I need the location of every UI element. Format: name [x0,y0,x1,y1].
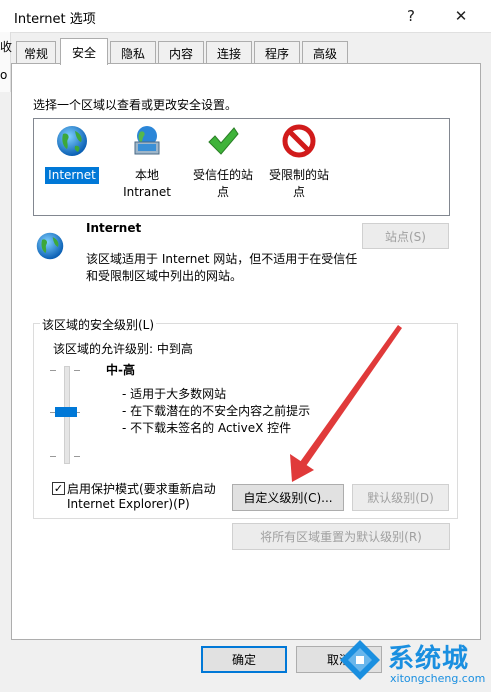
checkmark-icon [208,127,239,155]
globe-icon [57,126,87,156]
watermark-url: xitongcheng.com [390,672,486,685]
reset-all-zones-button[interactable]: 将所有区域重置为默认级别(R) [232,523,450,550]
protected-mode-label-1: 启用保护模式(要求重新启动 [67,482,216,496]
close-icon: ✕ [454,7,468,25]
zone-restricted-sites[interactable]: 受限制的站 点 [259,119,339,201]
watermark-brand: 系统城 [388,644,470,674]
restricted-icon [282,124,316,158]
level-bullet: - 不下载未签名的 ActiveX 控件 [122,421,292,435]
tab-programs[interactable]: 程序 [254,41,300,64]
security-slider-thumb[interactable] [55,407,77,417]
sites-button[interactable]: 站点(S) [362,223,449,249]
title-bar: Internet 选项 ? ✕ [0,0,491,33]
zone-list: Internet 本地 Intranet 受信任的站 点 受限制的站 点 [33,118,450,216]
zone-trusted-sites[interactable]: 受信任的站 点 [183,119,263,201]
tab-general[interactable]: 常规 [16,41,56,64]
tab-privacy[interactable]: 隐私 [110,41,156,64]
current-level-label: 中-高 [106,363,135,377]
zone-label: Internet [45,167,99,184]
watermark-logo-icon [340,640,380,680]
tab-connections[interactable]: 连接 [206,41,252,64]
ok-button[interactable]: 确定 [201,646,287,673]
tab-content[interactable]: 内容 [158,41,204,64]
zone-info-desc-2: 和受限制区域中列出的网站。 [86,269,243,283]
zone-local-intranet[interactable]: 本地 Intranet [107,119,187,201]
level-bullet: - 在下载潜在的不安全内容之前提示 [122,404,311,418]
tab-security[interactable]: 安全 [60,38,108,65]
zone-instruction: 选择一个区域以查看或更改安全设置。 [33,98,238,112]
window-title: Internet 选项 [14,12,96,27]
zone-info-title: Internet [86,221,142,235]
help-icon: ? [407,7,415,25]
background-window-fragment: 收 o [0,32,12,92]
level-bullet: - 适用于大多数网站 [122,387,227,401]
security-level-group-title: 该区域的安全级别(L) [40,316,157,333]
tab-advanced[interactable]: 高级 [302,41,348,64]
close-button[interactable]: ✕ [441,0,481,32]
help-button[interactable]: ? [391,0,431,32]
default-level-button[interactable]: 默认级别(D) [352,484,449,511]
watermark: 系统城 xitongcheng.com [330,630,491,692]
zone-info-desc-1: 该区域适用于 Internet 网站，但不适用于在受信任 [86,252,358,266]
protected-mode-checkbox[interactable]: ✓ [52,482,65,495]
allowed-levels-label: 该区域的允许级别: 中到高 [53,342,193,356]
globe-icon [36,232,64,260]
custom-level-button[interactable]: 自定义级别(C)... [232,484,344,511]
zone-internet[interactable]: Internet [32,119,112,184]
protected-mode-label-2: Internet Explorer)(P) [67,497,190,511]
intranet-icon [134,126,160,155]
